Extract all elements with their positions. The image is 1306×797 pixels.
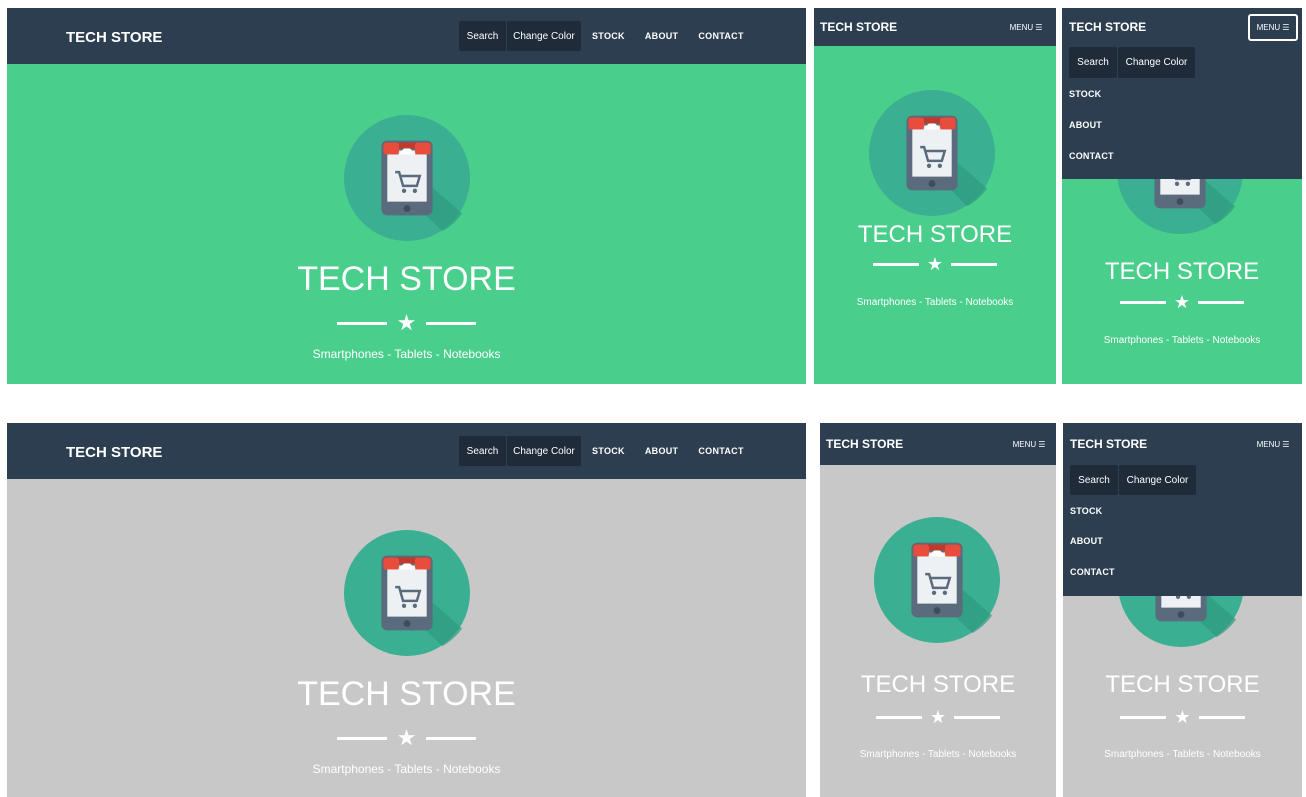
navbar: TECH STORE MENU ☰ <box>820 423 1056 465</box>
nav-links: Search Change Color STOCK ABOUT CONTACT <box>459 436 744 466</box>
change-color-button[interactable]: Change Color <box>1119 465 1196 495</box>
star-icon: ★ <box>926 254 944 274</box>
star-divider: ★ <box>820 707 1056 728</box>
mobile-gray-panel: TECH STORE MENU ☰ TECH STORE ★ Smartphone… <box>820 423 1056 797</box>
brand-logo-text[interactable]: TECH STORE <box>1070 437 1147 451</box>
star-divider: ★ <box>7 310 806 336</box>
hero-title: TECH STORE <box>297 260 516 298</box>
desktop-green-panel: TECH STORE Search Change Color STOCK ABO… <box>7 8 806 384</box>
star-divider: ★ <box>1063 707 1302 728</box>
nav-about-link[interactable]: ABOUT <box>645 31 679 41</box>
nav-contact-link[interactable]: CONTACT <box>1070 567 1115 577</box>
mobile-dropdown-menu: TECH STORE MENU ☰ Search Change Color STO… <box>1063 423 1302 596</box>
hero-title: TECH STORE <box>1105 671 1260 698</box>
search-button[interactable]: Search <box>1070 465 1118 495</box>
dropdown-buttons: Search Change Color <box>1070 465 1197 495</box>
change-color-button[interactable]: Change Color <box>1118 47 1195 78</box>
hero-subtitle: Smartphones - Tablets - Notebooks <box>856 297 1014 308</box>
navbar: TECH STORE Search Change Color STOCK ABO… <box>7 8 806 64</box>
brand-logo-text[interactable]: TECH STORE <box>820 20 897 34</box>
mobile-green-menu-panel: TECH STORE ★ Smartphones - Tablets - Not… <box>1062 8 1302 384</box>
star-divider: ★ <box>814 254 1056 275</box>
change-color-button[interactable]: Change Color <box>507 21 581 51</box>
brand-logo-text[interactable]: TECH STORE <box>826 437 903 451</box>
shop-phone-cart-icon <box>344 530 470 656</box>
search-button[interactable]: Search <box>459 436 506 466</box>
shop-phone-cart-icon <box>874 517 1000 643</box>
hero-section: TECH STORE ★ Smartphones - Tablets - Not… <box>820 465 1056 797</box>
hero-section: TECH STORE ★ Smartphones - Tablets - Not… <box>7 64 806 384</box>
hero-title: TECH STORE <box>1104 258 1260 285</box>
nav-about-link[interactable]: ABOUT <box>645 446 679 456</box>
desktop-gray-panel: TECH STORE Search Change Color STOCK ABO… <box>7 423 806 797</box>
hamburger-icon: ☰ <box>1035 22 1043 32</box>
menu-button[interactable]: MENU ☰ <box>1010 436 1048 452</box>
hamburger-icon: ☰ <box>1038 439 1046 449</box>
star-divider: ★ <box>7 725 806 751</box>
hero-subtitle: Smartphones - Tablets - Notebooks <box>1103 335 1261 346</box>
nav-stock-link[interactable]: STOCK <box>592 446 625 456</box>
nav-stock-link[interactable]: STOCK <box>592 31 625 41</box>
star-icon: ★ <box>396 725 417 750</box>
nav-about-link[interactable]: ABOUT <box>1070 536 1103 546</box>
hero-subtitle: Smartphones - Tablets - Notebooks <box>859 749 1017 760</box>
hero-subtitle: Smartphones - Tablets - Notebooks <box>312 762 501 776</box>
search-button[interactable]: Search <box>1069 47 1117 78</box>
shop-phone-cart-icon <box>344 115 470 241</box>
dropdown-buttons: Search Change Color <box>1069 47 1196 78</box>
hero-title: TECH STORE <box>297 675 516 713</box>
star-icon: ★ <box>396 310 417 335</box>
navbar: TECH STORE Search Change Color STOCK ABO… <box>7 423 806 479</box>
brand-logo-text[interactable]: TECH STORE <box>66 444 162 461</box>
nav-contact-link[interactable]: CONTACT <box>1069 151 1114 161</box>
change-color-button[interactable]: Change Color <box>507 436 581 466</box>
mobile-dropdown-menu: TECH STORE MENU ☰ Search Change Color STO… <box>1062 8 1302 179</box>
menu-button[interactable]: MENU ☰ <box>1008 19 1044 35</box>
star-divider: ★ <box>1062 292 1302 313</box>
star-icon: ★ <box>1173 292 1191 312</box>
shop-phone-cart-icon <box>869 90 995 216</box>
nav-stock-link[interactable]: STOCK <box>1069 89 1101 99</box>
star-icon: ★ <box>929 707 947 727</box>
hamburger-icon: ☰ <box>1282 439 1290 449</box>
menu-button[interactable]: MENU ☰ <box>1248 14 1298 41</box>
brand-logo-text[interactable]: TECH STORE <box>1069 20 1146 34</box>
mobile-green-panel: TECH STORE MENU ☰ TECH STORE ★ Smartphone… <box>814 8 1056 384</box>
hero-title: TECH STORE <box>860 671 1016 698</box>
nav-links: Search Change Color STOCK ABOUT CONTACT <box>459 21 744 51</box>
nav-about-link[interactable]: ABOUT <box>1069 120 1102 130</box>
hero-subtitle: Smartphones - Tablets - Notebooks <box>312 347 501 361</box>
search-button[interactable]: Search <box>459 21 506 51</box>
nav-stock-link[interactable]: STOCK <box>1070 506 1102 516</box>
menu-button[interactable]: MENU ☰ <box>1253 436 1293 452</box>
brand-logo-text[interactable]: TECH STORE <box>66 29 162 46</box>
hamburger-icon: ☰ <box>1282 23 1290 32</box>
hero-title: TECH STORE <box>857 221 1013 248</box>
hero-section: TECH STORE ★ Smartphones - Tablets - Not… <box>7 479 806 797</box>
hero-subtitle: Smartphones - Tablets - Notebooks <box>1104 749 1261 760</box>
nav-contact-link[interactable]: CONTACT <box>698 446 743 456</box>
navbar: TECH STORE MENU ☰ <box>814 8 1056 46</box>
mobile-gray-menu-panel: TECH STORE ★ Smartphones - Tablets - Not… <box>1063 423 1302 797</box>
hero-section: TECH STORE ★ Smartphones - Tablets - Not… <box>814 46 1056 384</box>
nav-contact-link[interactable]: CONTACT <box>698 31 743 41</box>
star-icon: ★ <box>1174 707 1191 727</box>
